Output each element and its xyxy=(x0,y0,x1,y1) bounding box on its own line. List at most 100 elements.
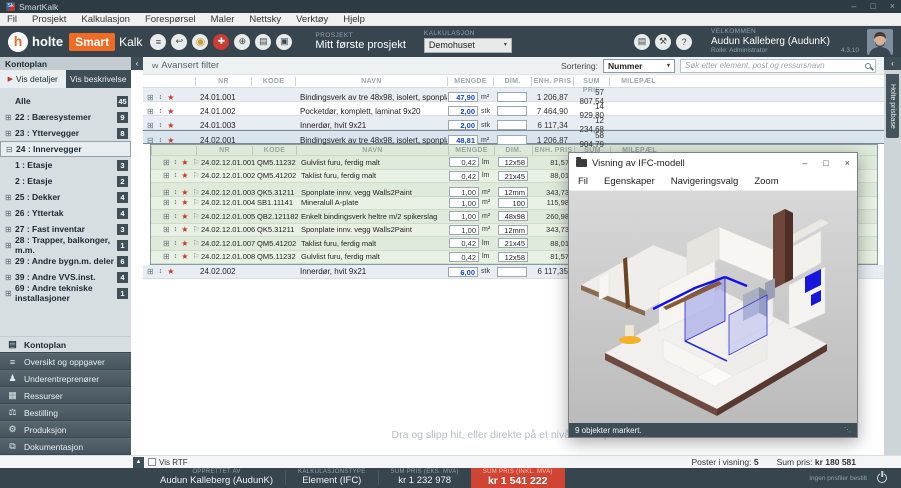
move-icon[interactable]: ↕ xyxy=(174,172,178,179)
expand-icon[interactable]: ⊞ xyxy=(163,225,170,234)
move-icon[interactable]: ↕ xyxy=(174,226,178,233)
column-header[interactable]: KODE xyxy=(251,77,295,86)
move-icon[interactable]: ↕ xyxy=(174,189,178,196)
mengde-input[interactable]: 0,42 xyxy=(449,157,479,167)
coin-icon[interactable]: ◉ xyxy=(192,34,208,50)
column-header[interactable]: NR xyxy=(195,77,251,86)
expand-icon[interactable]: ⊞ xyxy=(5,225,15,234)
star-icon[interactable]: ★ xyxy=(181,158,188,167)
expand-icon[interactable]: ⊟ xyxy=(147,136,154,145)
minimize-icon[interactable]: – xyxy=(851,0,856,13)
dim-input[interactable]: 12x58 xyxy=(498,252,528,262)
menu-item[interactable]: Fil xyxy=(7,14,17,25)
help-icon[interactable]: ? xyxy=(676,34,692,50)
dim-input[interactable] xyxy=(497,120,527,130)
mengde-input[interactable]: 48,81 xyxy=(448,135,478,145)
mengde-input[interactable]: 2,00 xyxy=(448,106,478,116)
move-icon[interactable]: ↕ xyxy=(174,159,178,166)
expand-icon[interactable]: ⊞ xyxy=(5,289,15,298)
tree-item[interactable]: 1 : Etasje 3 xyxy=(0,157,131,173)
dim-input[interactable] xyxy=(497,267,527,277)
nav-item-dokumentasjon[interactable]: ⧉ Dokumentasjon xyxy=(0,438,131,455)
move-icon[interactable]: ↕ xyxy=(174,253,178,260)
tree-item[interactable]: ⊞ 28 : Trapper, balkonger, m.m. 1 xyxy=(0,237,131,253)
column-header[interactable]: NAVN xyxy=(295,77,447,86)
expand-icon[interactable]: ⊞ xyxy=(5,193,15,202)
library-icon[interactable]: ≡ xyxy=(150,34,166,50)
column-header[interactable]: NAVN xyxy=(296,146,448,155)
mengde-input[interactable]: 1,00 xyxy=(449,187,479,197)
expand-icon[interactable]: ⊞ xyxy=(5,257,15,266)
nav-item-ressurser[interactable]: ▦ Ressurser xyxy=(0,387,131,404)
report-icon[interactable]: ▤ xyxy=(634,34,650,50)
kalkulasjon-select[interactable]: Demohuset ▾ xyxy=(424,38,512,53)
holte-prisbase-tab[interactable]: Holte prisbase xyxy=(886,74,899,138)
mengde-input[interactable]: 0,42 xyxy=(449,238,479,248)
expand-icon[interactable]: ⊞ xyxy=(163,171,170,180)
star-icon[interactable]: ★ xyxy=(167,121,174,130)
ifc-3d-viewport[interactable] xyxy=(569,191,857,423)
tools-icon[interactable]: ⚒ xyxy=(655,34,671,50)
column-header[interactable]: MENGDE xyxy=(448,146,494,155)
expand-icon[interactable]: ⊞ xyxy=(163,252,170,261)
close-icon[interactable]: × xyxy=(845,158,850,168)
power-icon[interactable] xyxy=(877,473,887,483)
ifc-menu-item[interactable]: Zoom xyxy=(754,176,778,187)
expand-icon[interactable]: ⊞ xyxy=(163,158,170,167)
move-icon[interactable]: ↕ xyxy=(174,240,178,247)
expand-icon[interactable]: ⊞ xyxy=(163,212,170,221)
mengde-input[interactable]: 2,00 xyxy=(448,120,478,130)
column-header[interactable]: SUM PRIS xyxy=(573,77,609,86)
search-icon[interactable] xyxy=(865,63,871,69)
expand-icon[interactable]: ⊞ xyxy=(5,273,15,282)
tree-item[interactable]: ⊞ 69 : Andre tekniske installasjoner 1 xyxy=(0,285,131,301)
ifc-window-titlebar[interactable]: Visning av IFC-modell – □ × xyxy=(569,153,857,173)
mengde-input[interactable]: 1,00 xyxy=(449,198,479,208)
close-icon[interactable]: × xyxy=(890,0,895,13)
sort-select[interactable]: Nummer ▾ xyxy=(603,59,675,73)
ifc-menu-item[interactable]: Egenskaper xyxy=(604,176,655,187)
sidebar-collapse-button[interactable]: ‹ xyxy=(131,57,143,70)
star-icon[interactable]: ★ xyxy=(181,188,188,197)
column-header[interactable]: ENH. PRIS xyxy=(531,77,573,86)
nav-item-underentreprenorer[interactable]: ♟ Underentreprenører xyxy=(0,370,131,387)
table-row[interactable]: ⊞ ↕ ★ 24.01.003 Innerdør, hvit 9x21 2,00… xyxy=(143,116,884,130)
ifc-menu-item[interactable]: Navigeringsvalg xyxy=(671,176,739,187)
column-header[interactable]: MILEPÆL xyxy=(609,77,667,86)
column-header[interactable]: DIM. xyxy=(494,146,532,155)
move-icon[interactable]: ↕ xyxy=(159,94,163,101)
menu-item[interactable]: Maler xyxy=(211,14,235,25)
move-icon[interactable]: ↕ xyxy=(159,137,163,144)
minimize-icon[interactable]: – xyxy=(802,158,807,168)
visrtf-checkbox[interactable] xyxy=(148,458,156,466)
dim-input[interactable]: 100 xyxy=(498,198,528,208)
tree-item[interactable]: 2 : Etasje 2 xyxy=(0,173,131,189)
move-icon[interactable]: ↕ xyxy=(159,268,163,275)
move-icon[interactable]: ↕ xyxy=(174,213,178,220)
dim-input[interactable]: 21x45 xyxy=(498,238,528,248)
mengde-input[interactable]: 0,42 xyxy=(449,252,479,262)
search-input[interactable] xyxy=(685,61,862,70)
resize-grip-icon[interactable]: ⋱ xyxy=(844,426,851,434)
mengde-input[interactable]: 1,00 xyxy=(449,225,479,235)
print-icon[interactable]: ▤ xyxy=(255,34,271,50)
expand-icon[interactable]: ⊞ xyxy=(147,107,154,116)
expand-icon[interactable]: ⊞ xyxy=(5,241,15,250)
star-icon[interactable]: ★ xyxy=(181,252,188,261)
tree-item[interactable]: ⊞ 26 : Yttertak 4 xyxy=(0,205,131,221)
expand-icon[interactable]: ⊞ xyxy=(5,113,15,122)
mengde-input[interactable]: 47,90 xyxy=(448,92,478,102)
menu-item[interactable]: Hjelp xyxy=(343,14,365,25)
dim-input[interactable] xyxy=(497,135,527,145)
tab-vis-detaljer[interactable]: ▶ Vis detaljer xyxy=(0,70,66,88)
dim-input[interactable]: 12x58 xyxy=(498,157,528,167)
nav-item-bestilling[interactable]: ⚖ Bestilling xyxy=(0,404,131,421)
expand-icon[interactable]: ⊟ xyxy=(6,145,16,154)
move-icon[interactable]: ↕ xyxy=(174,199,178,206)
dim-input[interactable]: 12mm xyxy=(498,187,528,197)
expand-icon[interactable]: ⊞ xyxy=(163,198,170,207)
maximize-icon[interactable]: □ xyxy=(823,158,828,168)
expand-icon[interactable]: ⊞ xyxy=(147,93,154,102)
advanced-filter-button[interactable]: ∨∨ Avansert filter xyxy=(151,60,219,71)
collapse-up-button[interactable]: ▲ xyxy=(133,457,144,468)
